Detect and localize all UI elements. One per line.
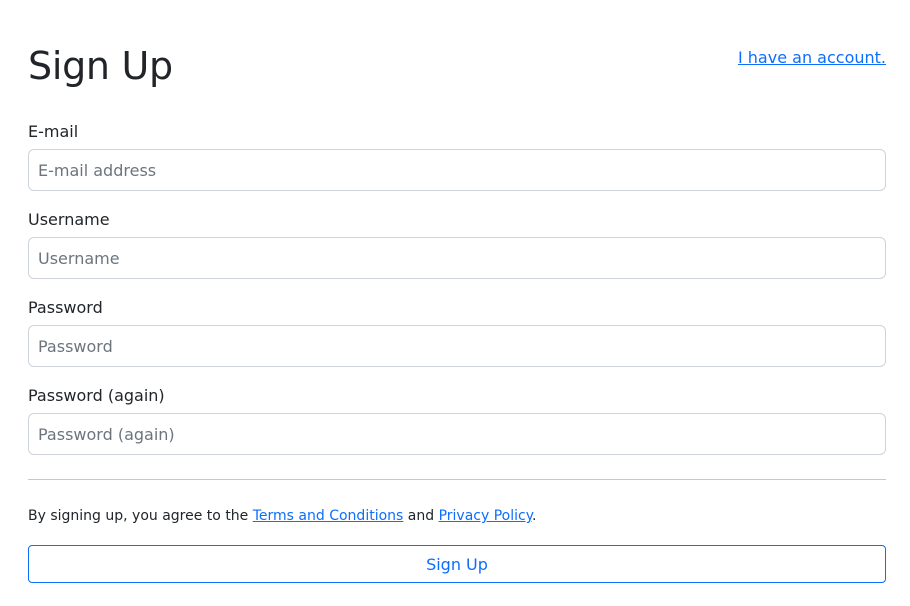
signup-page: Sign Up I have an account. E-mail Userna… bbox=[28, 0, 886, 583]
sign-up-button[interactable]: Sign Up bbox=[28, 545, 886, 583]
password-again-input[interactable] bbox=[28, 413, 886, 455]
have-account-link[interactable]: I have an account. bbox=[738, 48, 886, 67]
privacy-policy-link[interactable]: Privacy Policy bbox=[439, 508, 532, 524]
header: Sign Up I have an account. bbox=[28, 44, 886, 90]
username-group: Username bbox=[28, 210, 886, 279]
password-input[interactable] bbox=[28, 325, 886, 367]
email-group: E-mail bbox=[28, 122, 886, 191]
email-input[interactable] bbox=[28, 149, 886, 191]
terms-prefix: By signing up, you agree to the bbox=[28, 508, 253, 524]
password-again-label: Password (again) bbox=[28, 386, 165, 405]
page-title: Sign Up bbox=[28, 44, 173, 88]
password-again-group: Password (again) bbox=[28, 386, 886, 455]
terms-and-conditions-link[interactable]: Terms and Conditions bbox=[253, 508, 404, 524]
password-group: Password bbox=[28, 298, 886, 367]
username-label: Username bbox=[28, 210, 110, 229]
terms-middle: and bbox=[403, 508, 439, 524]
password-label: Password bbox=[28, 298, 103, 317]
terms-notice: By signing up, you agree to the Terms an… bbox=[28, 507, 886, 525]
signup-form: E-mail Username Password Password (again… bbox=[28, 122, 886, 583]
divider bbox=[28, 479, 886, 480]
terms-suffix: . bbox=[532, 508, 537, 524]
username-input[interactable] bbox=[28, 237, 886, 279]
email-label: E-mail bbox=[28, 122, 79, 141]
